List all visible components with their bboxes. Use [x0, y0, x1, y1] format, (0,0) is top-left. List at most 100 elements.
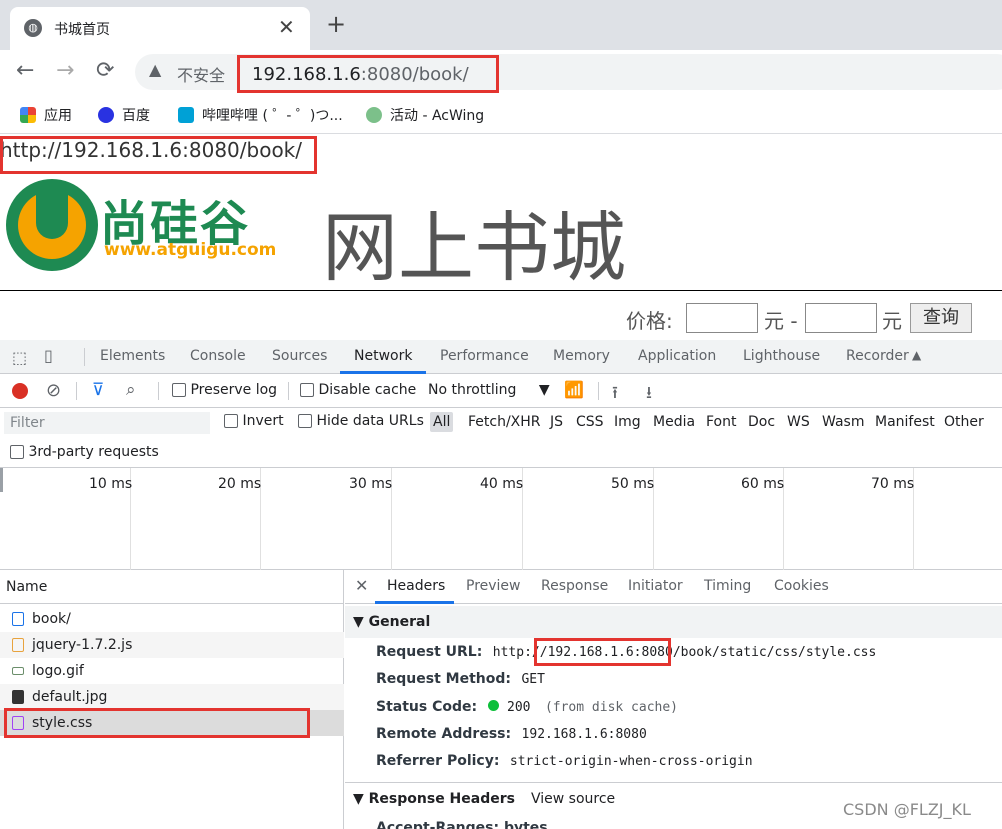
hide-data-urls-toggle[interactable]: Hide data URLs [298, 413, 424, 429]
throttling-select[interactable]: No throttling ▼ [428, 382, 550, 398]
dropdown-arrow-icon: ▼ [538, 382, 550, 398]
request-row[interactable]: jquery-1.7.2.js [0, 632, 344, 658]
tab-title: 书城首页 [54, 22, 110, 38]
request-row[interactable]: book/ [0, 606, 344, 632]
forward-button[interactable]: → [56, 58, 74, 83]
invert-checkbox[interactable] [224, 414, 238, 428]
url-host: 192.168.1.6 [252, 64, 361, 85]
import-har-icon[interactable]: ⭱ [612, 380, 618, 409]
filter-type-font[interactable]: Font [706, 414, 736, 430]
request-name: book/ [32, 611, 71, 627]
hide-data-urls-checkbox[interactable] [298, 414, 312, 428]
image-icon [12, 667, 24, 675]
clear-icon[interactable]: ⊘ [46, 380, 61, 401]
reload-button[interactable]: ⟳ [96, 58, 114, 83]
bookmark-bilibili[interactable]: 哔哩哔哩 ( ゜- ゜)つ... [178, 105, 343, 125]
new-tab-button[interactable]: + [326, 10, 346, 38]
network-overview-timeline[interactable]: 10 ms 20 ms 30 ms 40 ms 50 ms 60 ms 70 m… [0, 468, 1002, 570]
tab-sources[interactable]: Sources [272, 348, 327, 364]
response-headers-text: Response Headers [368, 791, 515, 807]
address-bar[interactable]: ▲ 不安全 192.168.1.6:8080/book/ [135, 54, 1002, 93]
filter-type-doc[interactable]: Doc [748, 414, 775, 430]
request-method-row: Request Method: GET [376, 671, 545, 687]
timeline-label: 20 ms [218, 476, 262, 492]
tab-application[interactable]: Application [638, 348, 716, 364]
status-ok-icon [487, 700, 499, 711]
export-har-icon[interactable]: ⭳ [646, 380, 652, 409]
tab-headers[interactable]: Headers [387, 578, 445, 594]
bookmark-acwing[interactable]: 活动 - AcWing [366, 105, 484, 125]
third-party-row: 3rd-party requests [0, 438, 1002, 468]
min-price-input[interactable] [686, 303, 758, 333]
search-icon[interactable]: ⌕ [126, 380, 136, 400]
remote-label: Remote Address: [376, 726, 512, 742]
invert-toggle[interactable]: Invert [224, 413, 284, 429]
preserve-log-toggle[interactable]: Preserve log [172, 382, 277, 398]
tab-response[interactable]: Response [541, 578, 608, 594]
bookmark-baidu[interactable]: 百度 [98, 105, 150, 125]
request-row[interactable]: default.jpg [0, 684, 344, 710]
tab-performance[interactable]: Performance [440, 348, 529, 364]
filter-type-all[interactable]: All [430, 412, 454, 432]
device-toolbar-icon[interactable]: ▯ [44, 346, 53, 365]
image-icon [12, 690, 24, 704]
warning-icon[interactable]: ▲ [149, 60, 161, 79]
general-section-header[interactable]: ▼ General [345, 606, 1002, 638]
general-title: ▼ General [353, 614, 430, 630]
tab-cookies[interactable]: Cookies [774, 578, 829, 594]
tab-initiator[interactable]: Initiator [628, 578, 683, 594]
bookmark-apps[interactable]: 应用 [20, 105, 72, 125]
record-icon[interactable] [12, 383, 28, 399]
third-party-checkbox[interactable] [10, 445, 24, 459]
tab-recorder[interactable]: Recorder [846, 348, 909, 364]
disable-cache-checkbox[interactable] [300, 383, 314, 397]
filter-type-wasm[interactable]: Wasm [822, 414, 864, 430]
view-source-link[interactable]: View source [531, 791, 615, 807]
divider [288, 382, 289, 400]
network-conditions-icon[interactable]: 📶 [564, 380, 584, 399]
preserve-log-label: Preserve log [190, 382, 278, 398]
inspect-element-icon[interactable]: ⬚ [12, 348, 27, 367]
tab-elements[interactable]: Elements [100, 348, 165, 364]
filter-type-img[interactable]: Img [614, 414, 641, 430]
bookmark-label: 活动 - AcWing [390, 108, 485, 124]
flask-icon: ▲ [912, 348, 922, 362]
name-column-header[interactable]: Name [0, 570, 344, 604]
filter-type-media[interactable]: Media [653, 414, 695, 430]
filter-type-fetch[interactable]: Fetch/XHR [468, 414, 541, 430]
tab-preview[interactable]: Preview [466, 578, 521, 594]
browser-tab[interactable]: ◍ 书城首页 ✕ [10, 7, 310, 50]
filter-type-ws[interactable]: WS [787, 414, 810, 430]
tab-console[interactable]: Console [190, 348, 246, 364]
filter-input[interactable]: Filter [4, 412, 210, 434]
status-label: Status Code: [376, 699, 478, 715]
filter-type-other[interactable]: Other [944, 414, 984, 430]
tab-timing[interactable]: Timing [704, 578, 751, 594]
filter-type-manifest[interactable]: Manifest [875, 414, 935, 430]
query-button[interactable]: 查询 [910, 303, 972, 333]
browser-tab-strip: ◍ 书城首页 ✕ + [0, 0, 1002, 50]
security-label[interactable]: 不安全 [177, 62, 225, 86]
preserve-log-checkbox[interactable] [172, 383, 186, 397]
url-text[interactable]: 192.168.1.6:8080/book/ [252, 64, 469, 85]
disable-cache-toggle[interactable]: Disable cache [300, 382, 416, 398]
tab-close-icon[interactable]: ✕ [278, 15, 295, 39]
back-button[interactable]: ← [16, 58, 34, 83]
third-party-toggle[interactable]: 3rd-party requests [10, 444, 159, 460]
yuan-label: 元 [882, 309, 902, 333]
request-row[interactable]: logo.gif [0, 658, 344, 684]
filter-type-css[interactable]: CSS [576, 414, 604, 430]
method-value: GET [521, 672, 545, 687]
close-icon[interactable]: ✕ [355, 576, 368, 595]
tab-memory[interactable]: Memory [553, 348, 610, 364]
timeline-label: 60 ms [741, 476, 785, 492]
request-list: Name book/ jquery-1.7.2.js logo.gif defa… [0, 570, 344, 829]
filter-type-js[interactable]: JS [550, 414, 563, 430]
logo-text-en: www.atguigu.com [104, 240, 277, 260]
hide-data-urls-label: Hide data URLs [316, 413, 424, 429]
details-tab-bar: ✕ Headers Preview Response Initiator Tim… [345, 570, 1002, 604]
tab-lighthouse[interactable]: Lighthouse [743, 348, 820, 364]
filter-icon[interactable]: ⊽ [92, 380, 104, 400]
max-price-input[interactable] [805, 303, 877, 333]
tab-network[interactable]: Network [354, 348, 412, 364]
